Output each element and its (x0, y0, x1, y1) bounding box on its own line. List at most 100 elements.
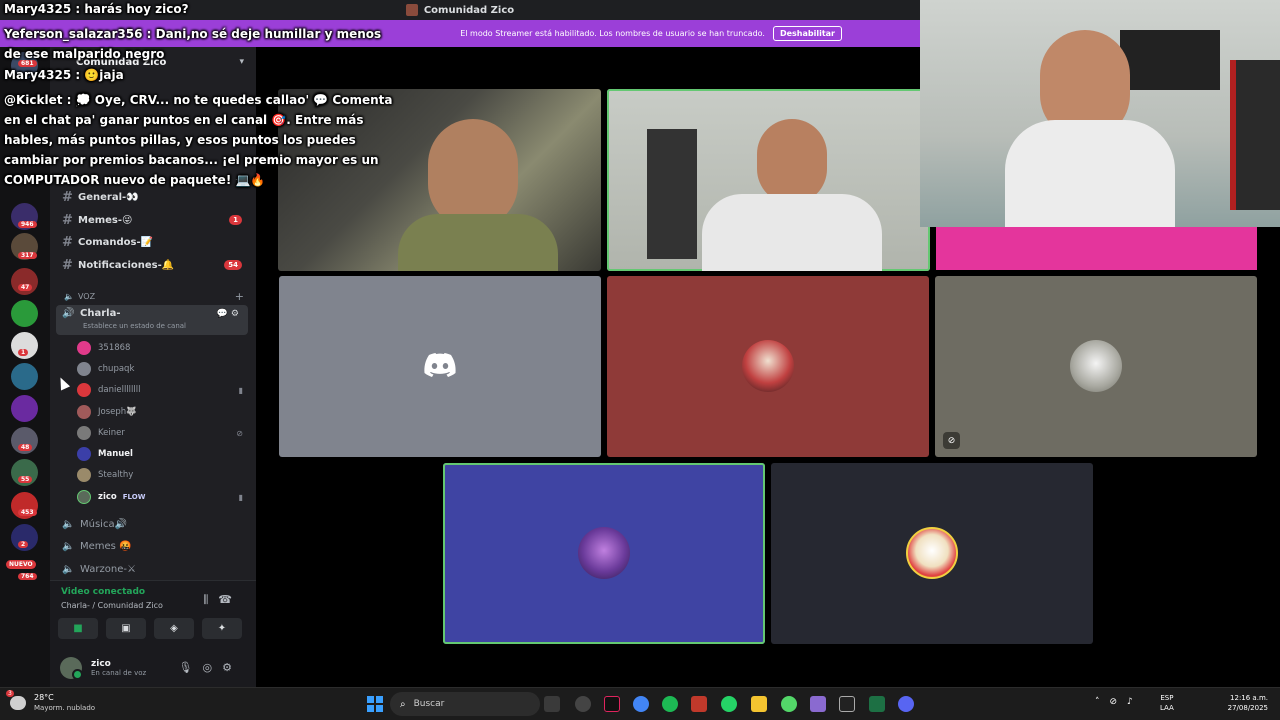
channel-status[interactable]: Establece un estado de canal (83, 322, 186, 330)
excel-icon[interactable] (869, 696, 885, 712)
spotify-icon[interactable] (662, 696, 678, 712)
server-badge: 946 (18, 221, 37, 228)
member-name: Joseph🐺 (98, 407, 137, 417)
start-button[interactable] (367, 696, 383, 712)
file-explorer-icon[interactable] (751, 696, 767, 712)
channel-general[interactable]: # General-👀 (56, 187, 248, 207)
discord-icon[interactable] (898, 696, 914, 712)
voice-status[interactable]: Video conectado (61, 587, 145, 597)
mic-muted-icon: ⊘ (236, 428, 243, 438)
voice-connection-panel: Video conectado Charla- / Comunidad Zico… (50, 580, 256, 687)
avatar (77, 447, 91, 461)
video-tile-avatar[interactable]: ⊘ (935, 276, 1257, 457)
video-tile-avatar[interactable] (607, 276, 929, 457)
tiktok-icon[interactable] (604, 696, 620, 712)
noise-suppression-icon[interactable]: ⫼ (203, 593, 218, 606)
channel-label: Memes 🤬 (80, 540, 132, 552)
typora-icon[interactable] (691, 696, 707, 712)
server-badge: 453 (18, 509, 37, 516)
server-header[interactable]: Comunidad Zico ▾ (50, 47, 256, 77)
soundboard-button[interactable]: ✦ (202, 618, 242, 639)
voice-category[interactable]: 🔈 VOZ + (64, 290, 244, 303)
language-indicator[interactable]: ESP LAA (1160, 693, 1174, 713)
voice-channel-musica[interactable]: 🔈 Música🔊 (56, 514, 248, 534)
avatar (77, 426, 91, 440)
mic-muted-icon: ⊘ (943, 432, 960, 449)
voice-member[interactable]: Manuel (77, 444, 247, 464)
voice-channel-charla[interactable]: 🔊 Charla- Establece un estado de canal 💬… (56, 305, 248, 335)
disable-streamer-mode-button[interactable]: Deshabilitar (772, 26, 842, 41)
voice-member[interactable]: Stealthy (77, 465, 247, 485)
voice-member[interactable]: zico FLOW ▮ (77, 487, 247, 507)
channel-label: Música🔊 (80, 518, 128, 530)
activities-button[interactable]: ◈ (154, 618, 194, 639)
headphones-icon[interactable]: ◎ (203, 661, 223, 674)
whatsapp-icon[interactable] (721, 696, 737, 712)
monitor (1120, 30, 1220, 90)
speaker-icon: 🔈 (62, 540, 75, 552)
new-badge: NUEVO (6, 560, 36, 569)
hash-icon: # (62, 234, 73, 250)
server-badge: 48 (18, 444, 33, 451)
speaker-icon: 🔈 (64, 292, 74, 301)
chrome-icon[interactable] (633, 696, 649, 712)
github-icon[interactable] (575, 696, 591, 712)
server-badge: 47 (18, 284, 33, 291)
server-icon[interactable] (11, 300, 38, 327)
channel-sidebar: Comunidad Zico ▾ TEXTO + # General-👀 # M… (50, 47, 256, 687)
terminal-icon[interactable] (839, 696, 855, 712)
speaker-icon: 🔈 (62, 563, 75, 575)
app-icon[interactable] (781, 696, 797, 712)
voice-controls: ⫼☎ (203, 593, 242, 607)
channel-tools-icons[interactable]: 💬⚙ (217, 309, 242, 319)
camera-button[interactable]: ■ (58, 618, 98, 639)
member-name: Stealthy (98, 470, 134, 480)
voice-channel-warzone[interactable]: 🔈 Warzone-⚔ (56, 559, 248, 579)
user-status: En canal de voz (91, 668, 147, 677)
channel-memes[interactable]: # Memes-😜 1 (56, 210, 248, 230)
gear-icon[interactable]: ⚙ (222, 661, 242, 674)
voice-member[interactable]: Keiner ⊘ (77, 423, 247, 443)
video-tile-camera-speaking[interactable] (607, 89, 930, 271)
video-tile-avatar-speaking[interactable] (443, 463, 765, 644)
hash-icon: # (62, 212, 73, 228)
camera-icon: ▮ (238, 385, 243, 395)
app-icon[interactable] (810, 696, 826, 712)
avatar (742, 340, 794, 392)
channel-notificaciones[interactable]: # Notificaciones-🔔 54 (56, 255, 248, 275)
user-avatar[interactable] (60, 656, 83, 680)
streamer-mode-message: El modo Streamer está habilitado. Los no… (460, 29, 765, 38)
server-icon[interactable] (11, 395, 38, 422)
user-name: zico (91, 658, 111, 669)
server-badge: 2 (18, 541, 29, 548)
voice-member[interactable]: Joseph🐺 (77, 402, 247, 422)
add-channel-icon[interactable]: + (235, 173, 244, 186)
screen-share-button[interactable]: ▣ (106, 618, 146, 639)
weather-widget[interactable]: 28°C Mayorm. nublado (6, 690, 95, 713)
server-icon[interactable] (11, 363, 38, 390)
system-tray[interactable]: ˄⊘♪ (1095, 697, 1143, 707)
mic-icon[interactable]: 🎙 (179, 661, 203, 674)
server-badge: 764 (18, 573, 37, 580)
video-tile-avatar[interactable] (279, 276, 601, 457)
server-icon (405, 4, 418, 16)
user-controls: 🎙◎⚙ (179, 661, 242, 674)
voice-channel-path[interactable]: Charla- / Comunidad Zico (61, 601, 163, 610)
search-box[interactable]: ⌕ Buscar (390, 692, 540, 716)
channel-comandos[interactable]: # Comandos-📝 (56, 232, 248, 252)
avatar (77, 383, 91, 397)
add-channel-icon[interactable]: + (235, 290, 244, 303)
voice-channel-memes[interactable]: 🔈 Memes 🤬 (56, 536, 248, 556)
task-view-icon[interactable] (544, 696, 560, 712)
unread-badge: 54 (224, 260, 242, 270)
text-category[interactable]: TEXTO + (64, 173, 244, 186)
video-tile-camera[interactable] (278, 89, 601, 271)
voice-member[interactable]: chupaqk (77, 359, 247, 379)
video-tile-avatar[interactable] (771, 463, 1093, 644)
voice-member[interactable]: daniellllllll ▮ (77, 380, 247, 400)
disconnect-icon[interactable]: ☎ (218, 593, 242, 606)
soundboard-icon: ✦ (217, 623, 227, 634)
voice-member[interactable]: 351868 (77, 338, 247, 358)
taskbar: 28°C Mayorm. nublado ⌕ Buscar ˄⊘♪ ESP LA… (0, 687, 1280, 720)
clock[interactable]: 12:16 a.m. 27/08/2025 (1222, 693, 1268, 713)
